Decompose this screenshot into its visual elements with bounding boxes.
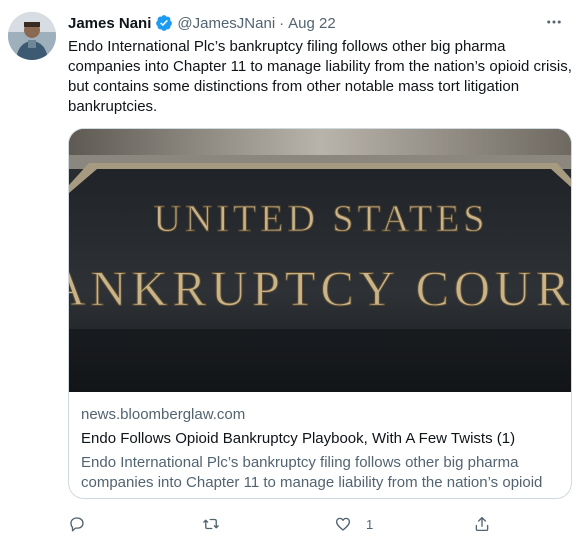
tweet-header: James Nani @JamesJNani · Aug 22 [68, 13, 540, 33]
tweet-text: Endo International Plc’s bankruptcy fili… [68, 38, 572, 115]
retweet-button[interactable] [202, 515, 220, 533]
svg-text:BANKRUPTCY COURT: BANKRUPTCY COURT [69, 260, 572, 316]
action-bar: 1 [68, 513, 508, 535]
share-button[interactable] [473, 515, 491, 533]
author-handle[interactable]: @JamesJNani [177, 15, 275, 32]
card-domain: news.bloomberglaw.com [81, 406, 246, 423]
reply-button[interactable] [68, 515, 86, 533]
card-meta: news.bloomberglaw.com Endo Follows Opioi… [81, 405, 559, 493]
retweet-icon [203, 518, 219, 530]
header-separator: · [279, 14, 285, 32]
link-card[interactable]: UNITED STATES BANKRUPTCY COURT news.bloo… [68, 128, 572, 499]
like-count: 1 [366, 516, 374, 532]
author-name[interactable]: James Nani [68, 15, 151, 32]
like-button[interactable]: 1 [334, 515, 373, 533]
avatar-image [8, 12, 56, 60]
share-icon [475, 516, 489, 532]
like-icon [335, 517, 351, 531]
more-icon[interactable] [544, 12, 564, 32]
svg-text:UNITED STATES: UNITED STATES [154, 198, 489, 240]
tweet[interactable]: James Nani @JamesJNani · Aug 22 Endo Int… [0, 0, 580, 538]
avatar[interactable] [8, 12, 56, 60]
verified-badge-icon [155, 14, 173, 32]
card-title: Endo Follows Opioid Bankruptcy Playbook,… [81, 430, 516, 447]
card-description: Endo International Plc’s bankruptcy fili… [81, 454, 543, 491]
card-image: UNITED STATES BANKRUPTCY COURT [69, 129, 572, 392]
tweet-date[interactable]: Aug 22 [288, 15, 336, 32]
reply-icon [70, 517, 84, 532]
